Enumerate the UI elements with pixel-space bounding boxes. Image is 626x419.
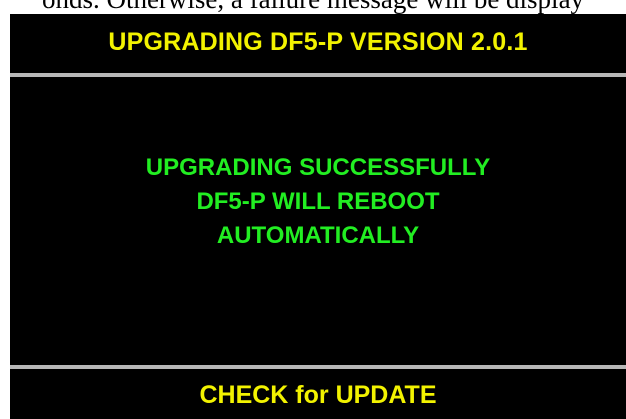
device-screen: UPGRADING DF5-P VERSION 2.0.1 UPGRADING … [10,14,626,419]
header-divider [10,73,626,77]
status-line-2: DF5-P WILL REBOOT [196,188,440,215]
footer-divider [10,365,626,369]
status-line-3: AUTOMATICALLY [216,222,420,249]
check-for-update-button[interactable]: CHECK for UPDATE [10,381,626,410]
upgrade-status-message: UPGRADING SUCCESSFULLY DF5-P WILL REBOOT… [10,151,626,253]
upgrade-title: UPGRADING DF5-P VERSION 2.0.1 [108,28,528,56]
status-line-1: UPGRADING SUCCESSFULLY [145,154,491,181]
document-caption-text: onds. Otherwise, a failure message will … [0,0,626,14]
